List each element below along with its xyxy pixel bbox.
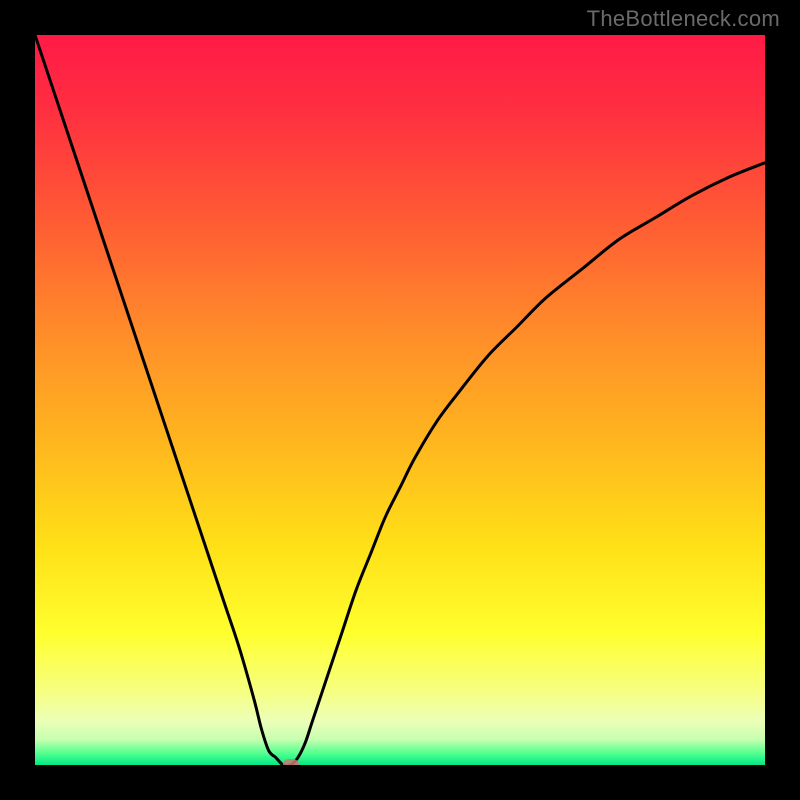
watermark-text: TheBottleneck.com	[587, 6, 780, 32]
bottleneck-curve	[35, 35, 765, 765]
optimal-point-marker	[283, 759, 299, 765]
plot-area	[35, 35, 765, 765]
chart-frame: TheBottleneck.com	[0, 0, 800, 800]
